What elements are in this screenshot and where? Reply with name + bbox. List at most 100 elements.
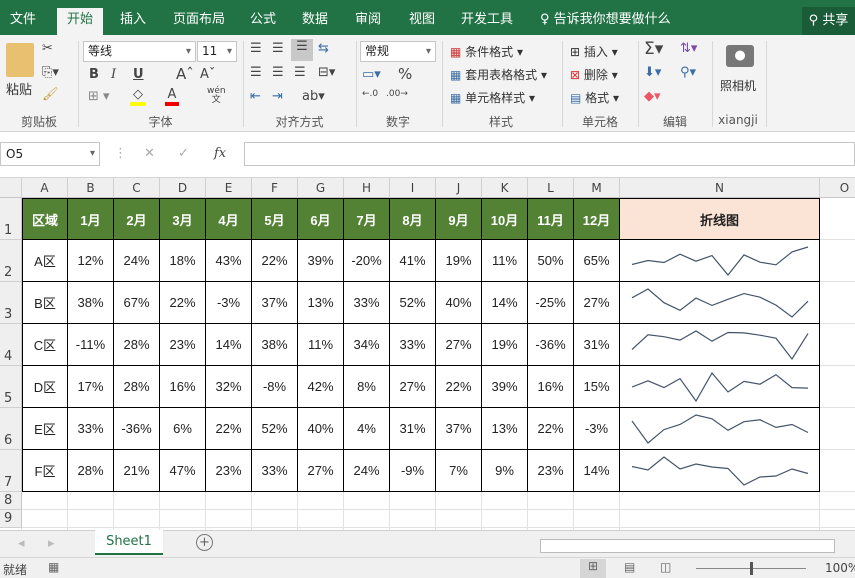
sort-filter-icon[interactable]: ⇅▾ — [680, 41, 697, 56]
value-cell[interactable]: 43% — [206, 240, 252, 282]
value-cell[interactable]: 28% — [114, 324, 160, 366]
page-layout-icon[interactable]: ▤ — [624, 560, 635, 574]
value-cell[interactable]: 4% — [344, 408, 390, 450]
format-cells-button[interactable]: ▤ 格式 ▾ — [570, 89, 619, 106]
font-size-select[interactable]: 11 — [197, 41, 237, 62]
header-cell[interactable]: 12月 — [574, 198, 620, 240]
italic-button[interactable]: I — [111, 67, 116, 82]
scroll-right-icon[interactable]: ▸ — [48, 536, 55, 551]
tab-5[interactable]: 数据 — [292, 8, 338, 35]
zoom-slider-thumb[interactable] — [750, 562, 753, 575]
sparkline-cell[interactable] — [620, 240, 820, 282]
row-header-1[interactable]: 1 — [0, 198, 22, 240]
value-cell[interactable]: 22% — [206, 408, 252, 450]
row-header-6[interactable]: 6 — [0, 408, 22, 450]
value-cell[interactable]: 22% — [528, 408, 574, 450]
value-cell[interactable]: 28% — [114, 366, 160, 408]
header-cell[interactable]: 11月 — [528, 198, 574, 240]
share-button[interactable]: ⚲ 共享 — [802, 7, 855, 35]
tab-1[interactable]: 开始 — [57, 8, 104, 35]
value-cell[interactable]: 22% — [160, 282, 206, 324]
row-header-4[interactable]: 4 — [0, 324, 22, 366]
row-header-7[interactable]: 7 — [0, 450, 22, 492]
value-cell[interactable]: 42% — [298, 366, 344, 408]
bold-button[interactable]: B — [89, 67, 99, 82]
camera-icon[interactable]: ● — [726, 45, 754, 67]
region-cell[interactable]: C区 — [22, 324, 68, 366]
cell-styles-button[interactable]: ▦ 单元格样式 ▾ — [450, 89, 535, 106]
column-header-D[interactable]: D — [160, 178, 206, 198]
sparkline-cell[interactable] — [620, 324, 820, 366]
value-cell[interactable]: 16% — [528, 366, 574, 408]
region-cell[interactable]: D区 — [22, 366, 68, 408]
increase-indent-icon[interactable]: ⇥ — [272, 89, 283, 104]
value-cell[interactable]: 39% — [298, 240, 344, 282]
value-cell[interactable]: 9% — [482, 450, 528, 492]
value-cell[interactable]: 21% — [114, 450, 160, 492]
row-header-9[interactable]: 9 — [0, 510, 22, 528]
column-header-I[interactable]: I — [390, 178, 436, 198]
enter-icon[interactable]: ✓ — [178, 146, 189, 161]
header-cell[interactable]: 区域 — [22, 198, 68, 240]
align-bottom-icon[interactable]: ☰ — [291, 39, 313, 61]
tab-3[interactable]: 页面布局 — [163, 8, 235, 35]
format-painter-icon[interactable]: 🖌 — [42, 87, 59, 102]
border-icon[interactable]: ⊞ ▾ — [88, 89, 110, 104]
autosum-icon[interactable]: Σ▾ — [644, 39, 663, 59]
align-center-icon[interactable]: ☰ — [272, 65, 284, 80]
row-header-2[interactable]: 2 — [0, 240, 22, 282]
value-cell[interactable]: 19% — [482, 324, 528, 366]
value-cell[interactable]: 31% — [574, 324, 620, 366]
value-cell[interactable]: 37% — [252, 282, 298, 324]
value-cell[interactable]: 50% — [528, 240, 574, 282]
value-cell[interactable]: 13% — [298, 282, 344, 324]
value-cell[interactable]: 16% — [160, 366, 206, 408]
value-cell[interactable]: 33% — [68, 408, 114, 450]
sheet-tab-sheet1[interactable]: Sheet1 — [95, 530, 163, 555]
value-cell[interactable]: 14% — [482, 282, 528, 324]
column-header-E[interactable]: E — [206, 178, 252, 198]
page-break-icon[interactable]: ◫ — [660, 560, 671, 574]
column-header-L[interactable]: L — [528, 178, 574, 198]
font-color-icon[interactable]: A — [165, 87, 179, 106]
value-cell[interactable]: -8% — [252, 366, 298, 408]
decrease-font-icon[interactable]: Aˇ — [200, 67, 215, 82]
row-header-8[interactable]: 8 — [0, 492, 22, 510]
column-header-K[interactable]: K — [482, 178, 528, 198]
column-header-C[interactable]: C — [114, 178, 160, 198]
column-header-O[interactable]: O — [820, 178, 855, 198]
value-cell[interactable]: 33% — [390, 324, 436, 366]
value-cell[interactable]: 33% — [252, 450, 298, 492]
paste-icon[interactable] — [6, 43, 34, 77]
value-cell[interactable]: 6% — [160, 408, 206, 450]
column-header-F[interactable]: F — [252, 178, 298, 198]
value-cell[interactable]: 28% — [68, 450, 114, 492]
value-cell[interactable]: 19% — [436, 240, 482, 282]
value-cell[interactable]: 40% — [298, 408, 344, 450]
value-cell[interactable]: 31% — [390, 408, 436, 450]
value-cell[interactable]: -3% — [574, 408, 620, 450]
value-cell[interactable]: 15% — [574, 366, 620, 408]
align-top-icon[interactable]: ☰ — [250, 41, 262, 56]
value-cell[interactable]: 52% — [390, 282, 436, 324]
sparkline-cell[interactable] — [620, 282, 820, 324]
sparkline-cell[interactable] — [620, 450, 820, 492]
add-sheet-icon[interactable]: + — [196, 534, 213, 551]
increase-decimal-icon[interactable]: ←.0 — [362, 89, 378, 99]
find-select-icon[interactable]: ⚲▾ — [680, 65, 696, 80]
scroll-left-icon[interactable]: ◂ — [18, 536, 25, 551]
tab-6[interactable]: 审阅 — [345, 8, 391, 35]
tab-2[interactable]: 插入 — [110, 8, 156, 35]
merge-center-icon[interactable]: ⊟▾ — [318, 65, 335, 80]
header-cell[interactable]: 4月 — [206, 198, 252, 240]
value-cell[interactable]: 32% — [206, 366, 252, 408]
value-cell[interactable]: 27% — [298, 450, 344, 492]
column-header-N[interactable]: N — [620, 178, 820, 198]
normal-view-icon[interactable]: ⊞ — [580, 559, 606, 578]
cut-icon[interactable]: ✂ — [42, 41, 53, 56]
orientation-icon[interactable]: ab▾ — [302, 89, 325, 104]
camera-button[interactable]: 照相机 — [720, 77, 756, 94]
value-cell[interactable]: 38% — [252, 324, 298, 366]
name-box[interactable]: O5 ▾ — [0, 142, 100, 166]
header-cell[interactable]: 5月 — [252, 198, 298, 240]
